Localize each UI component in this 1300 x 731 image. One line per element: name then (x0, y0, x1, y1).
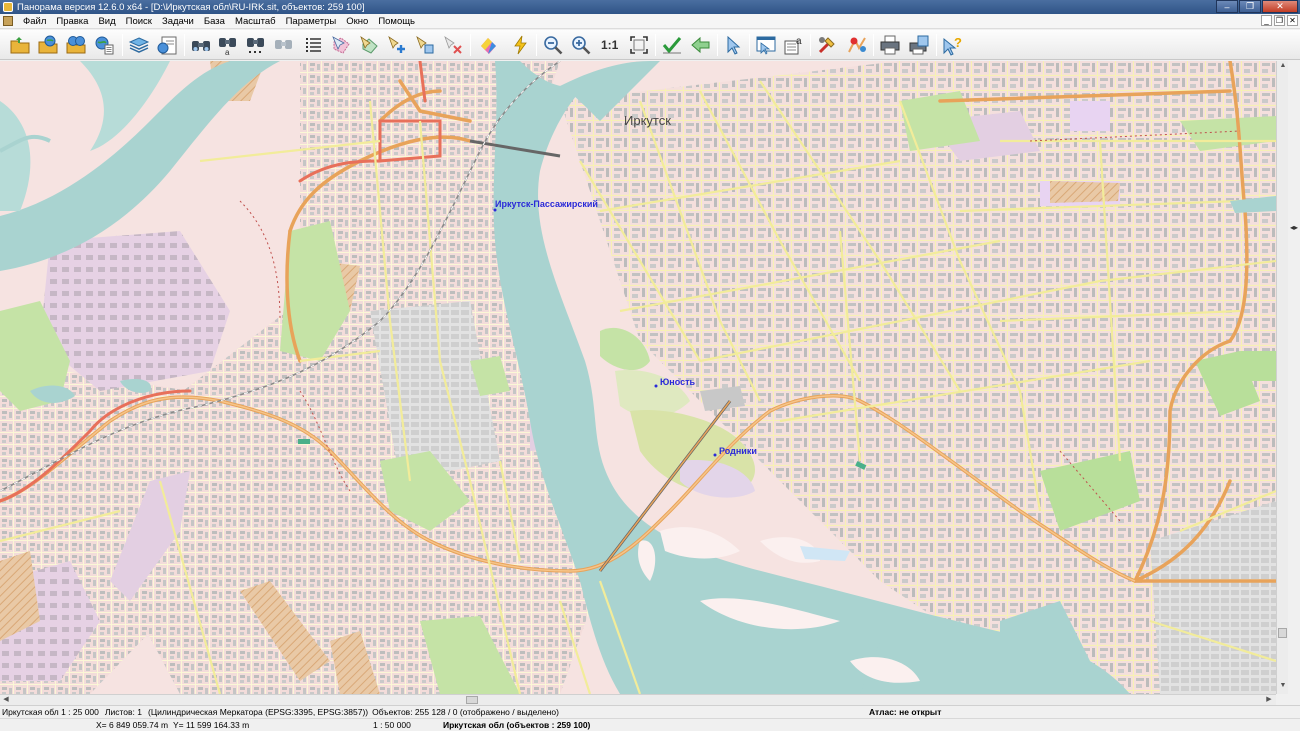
menu-parameters[interactable]: Параметры (281, 16, 342, 27)
check-icon[interactable] (660, 33, 684, 57)
map-label-city: Иркутск (624, 113, 671, 128)
map-canvas[interactable]: Иркутск Иркутск-Пассажирский Юность Родн… (0, 61, 1276, 694)
text-properties-icon[interactable]: a (782, 33, 806, 57)
maximize-button[interactable]: ❐ (1239, 0, 1261, 13)
route-icon[interactable] (845, 33, 869, 57)
status-map-objects: Иркутская обл (объектов : 259 100) (443, 720, 591, 730)
layers-icon[interactable] (127, 33, 151, 57)
list-icon[interactable] (301, 33, 325, 57)
minimize-button[interactable]: – (1216, 0, 1238, 13)
status-y-coordinate: Y= 11 599 164.33 m (173, 720, 250, 730)
mdi-restore-button[interactable]: ❐ (1274, 15, 1285, 26)
zoom-out-icon[interactable] (541, 33, 565, 57)
splitter-arrows-icon[interactable]: ◂▸ (1290, 223, 1298, 232)
status-scale-info: Иркутская обл 1 : 25 000 (2, 707, 99, 717)
menu-window[interactable]: Окно (341, 16, 373, 27)
main-toolbar: a 1:1 a ? (0, 30, 1300, 60)
binoculars-text-icon[interactable]: a (216, 33, 240, 57)
map-marker (298, 439, 310, 444)
app-icon (3, 2, 13, 12)
help-pointer-icon[interactable]: ? (940, 33, 964, 57)
menu-view[interactable]: Вид (93, 16, 120, 27)
menu-help[interactable]: Помощь (373, 16, 420, 27)
window-controls: – ❐ ✕ (1216, 0, 1298, 13)
fit-frame-icon[interactable] (627, 33, 651, 57)
coordinates-bar: X= 6 849 059.74 m Y= 11 599 164.33 m 1 :… (0, 718, 1300, 731)
print-icon[interactable] (878, 33, 902, 57)
mdi-minimize-button[interactable]: _ (1261, 15, 1272, 26)
menu-database[interactable]: База (199, 16, 230, 27)
map-label-station: Иркутск-Пассажирский (495, 199, 598, 209)
status-objects: Объектов: 255 128 / 0 (отображено / выде… (372, 707, 559, 717)
open-atlas-icon[interactable] (64, 33, 88, 57)
scroll-left-icon[interactable]: ◀ (1, 695, 11, 705)
close-button[interactable]: ✕ (1262, 0, 1298, 13)
map-list-icon[interactable] (92, 33, 116, 57)
add-object-icon[interactable] (385, 33, 409, 57)
map-drawing: Иркутск Иркутск-Пассажирский Юность Родн… (0, 61, 1276, 694)
menu-search[interactable]: Поиск (121, 16, 157, 27)
mdi-close-button[interactable]: ✕ (1287, 15, 1298, 26)
binoculars-area-icon[interactable] (244, 33, 268, 57)
menu-bar: Файл Правка Вид Поиск Задачи База Масшта… (0, 14, 1300, 29)
svg-text:?: ? (954, 35, 962, 50)
pointer-icon[interactable] (721, 33, 745, 57)
scroll-right-icon[interactable]: ▶ (1264, 695, 1274, 705)
scroll-up-icon[interactable]: ▲ (1278, 62, 1288, 72)
menu-edit[interactable]: Правка (51, 16, 93, 27)
scroll-down-icon[interactable]: ▼ (1278, 682, 1288, 692)
map-label-yunost: Юность (660, 377, 696, 387)
status-bar: Иркутская обл 1 : 25 000 Листов: 1 (Цили… (0, 705, 1300, 718)
zoom-in-icon[interactable] (569, 33, 593, 57)
mdi-controls: _ ❐ ✕ (1261, 15, 1298, 26)
map-label-rodniki: Родники (719, 446, 757, 456)
legend-icon[interactable] (155, 33, 179, 57)
window-title: Панорама версия 12.6.0 x64 - [D:\Иркутск… (17, 1, 365, 13)
object-info-icon[interactable] (413, 33, 437, 57)
horizontal-scrollbar[interactable]: ◀ ▶ (0, 694, 1276, 705)
scale-1-1-icon[interactable]: 1:1 (601, 38, 618, 52)
open-folder-icon[interactable] (8, 33, 32, 57)
palette-icon[interactable] (476, 33, 500, 57)
status-atlas: Атлас: не открыт (869, 707, 942, 717)
status-projection: (Цилиндрическая Меркатора (EPSG:3395, EP… (147, 707, 369, 717)
menu-scale[interactable]: Масштаб (230, 16, 281, 27)
status-x-coordinate: X= 6 849 059.74 m (96, 720, 169, 730)
vertical-scrollbar[interactable]: ▲ ▼ (1276, 61, 1288, 694)
status-map-scale: 1 : 50 000 (373, 720, 411, 730)
document-icon[interactable] (3, 16, 13, 26)
delete-object-icon[interactable] (441, 33, 465, 57)
open-map-icon[interactable] (36, 33, 60, 57)
edit-object-icon[interactable] (357, 33, 381, 57)
status-sheets: Листов: 1 (104, 707, 142, 717)
menu-tasks[interactable]: Задачи (157, 16, 199, 27)
menu-file[interactable]: Файл (18, 16, 51, 27)
back-arrow-icon[interactable] (688, 33, 712, 57)
select-object-icon[interactable] (329, 33, 353, 57)
title-bar: Панорама версия 12.6.0 x64 - [D:\Иркутск… (0, 0, 1300, 14)
svg-text:a: a (796, 36, 802, 47)
right-panel-splitter[interactable]: ◂▸ (1288, 61, 1300, 694)
map-window-icon[interactable] (754, 33, 778, 57)
horizontal-scroll-thumb[interactable] (466, 696, 478, 704)
binoculars-disabled-icon[interactable] (272, 33, 296, 57)
print-preview-icon[interactable] (907, 33, 931, 57)
binoculars-icon[interactable] (189, 33, 213, 57)
tools-icon[interactable] (815, 33, 839, 57)
lightning-icon[interactable] (508, 33, 532, 57)
svg-text:a: a (225, 48, 230, 56)
vertical-scroll-thumb[interactable] (1278, 628, 1287, 638)
